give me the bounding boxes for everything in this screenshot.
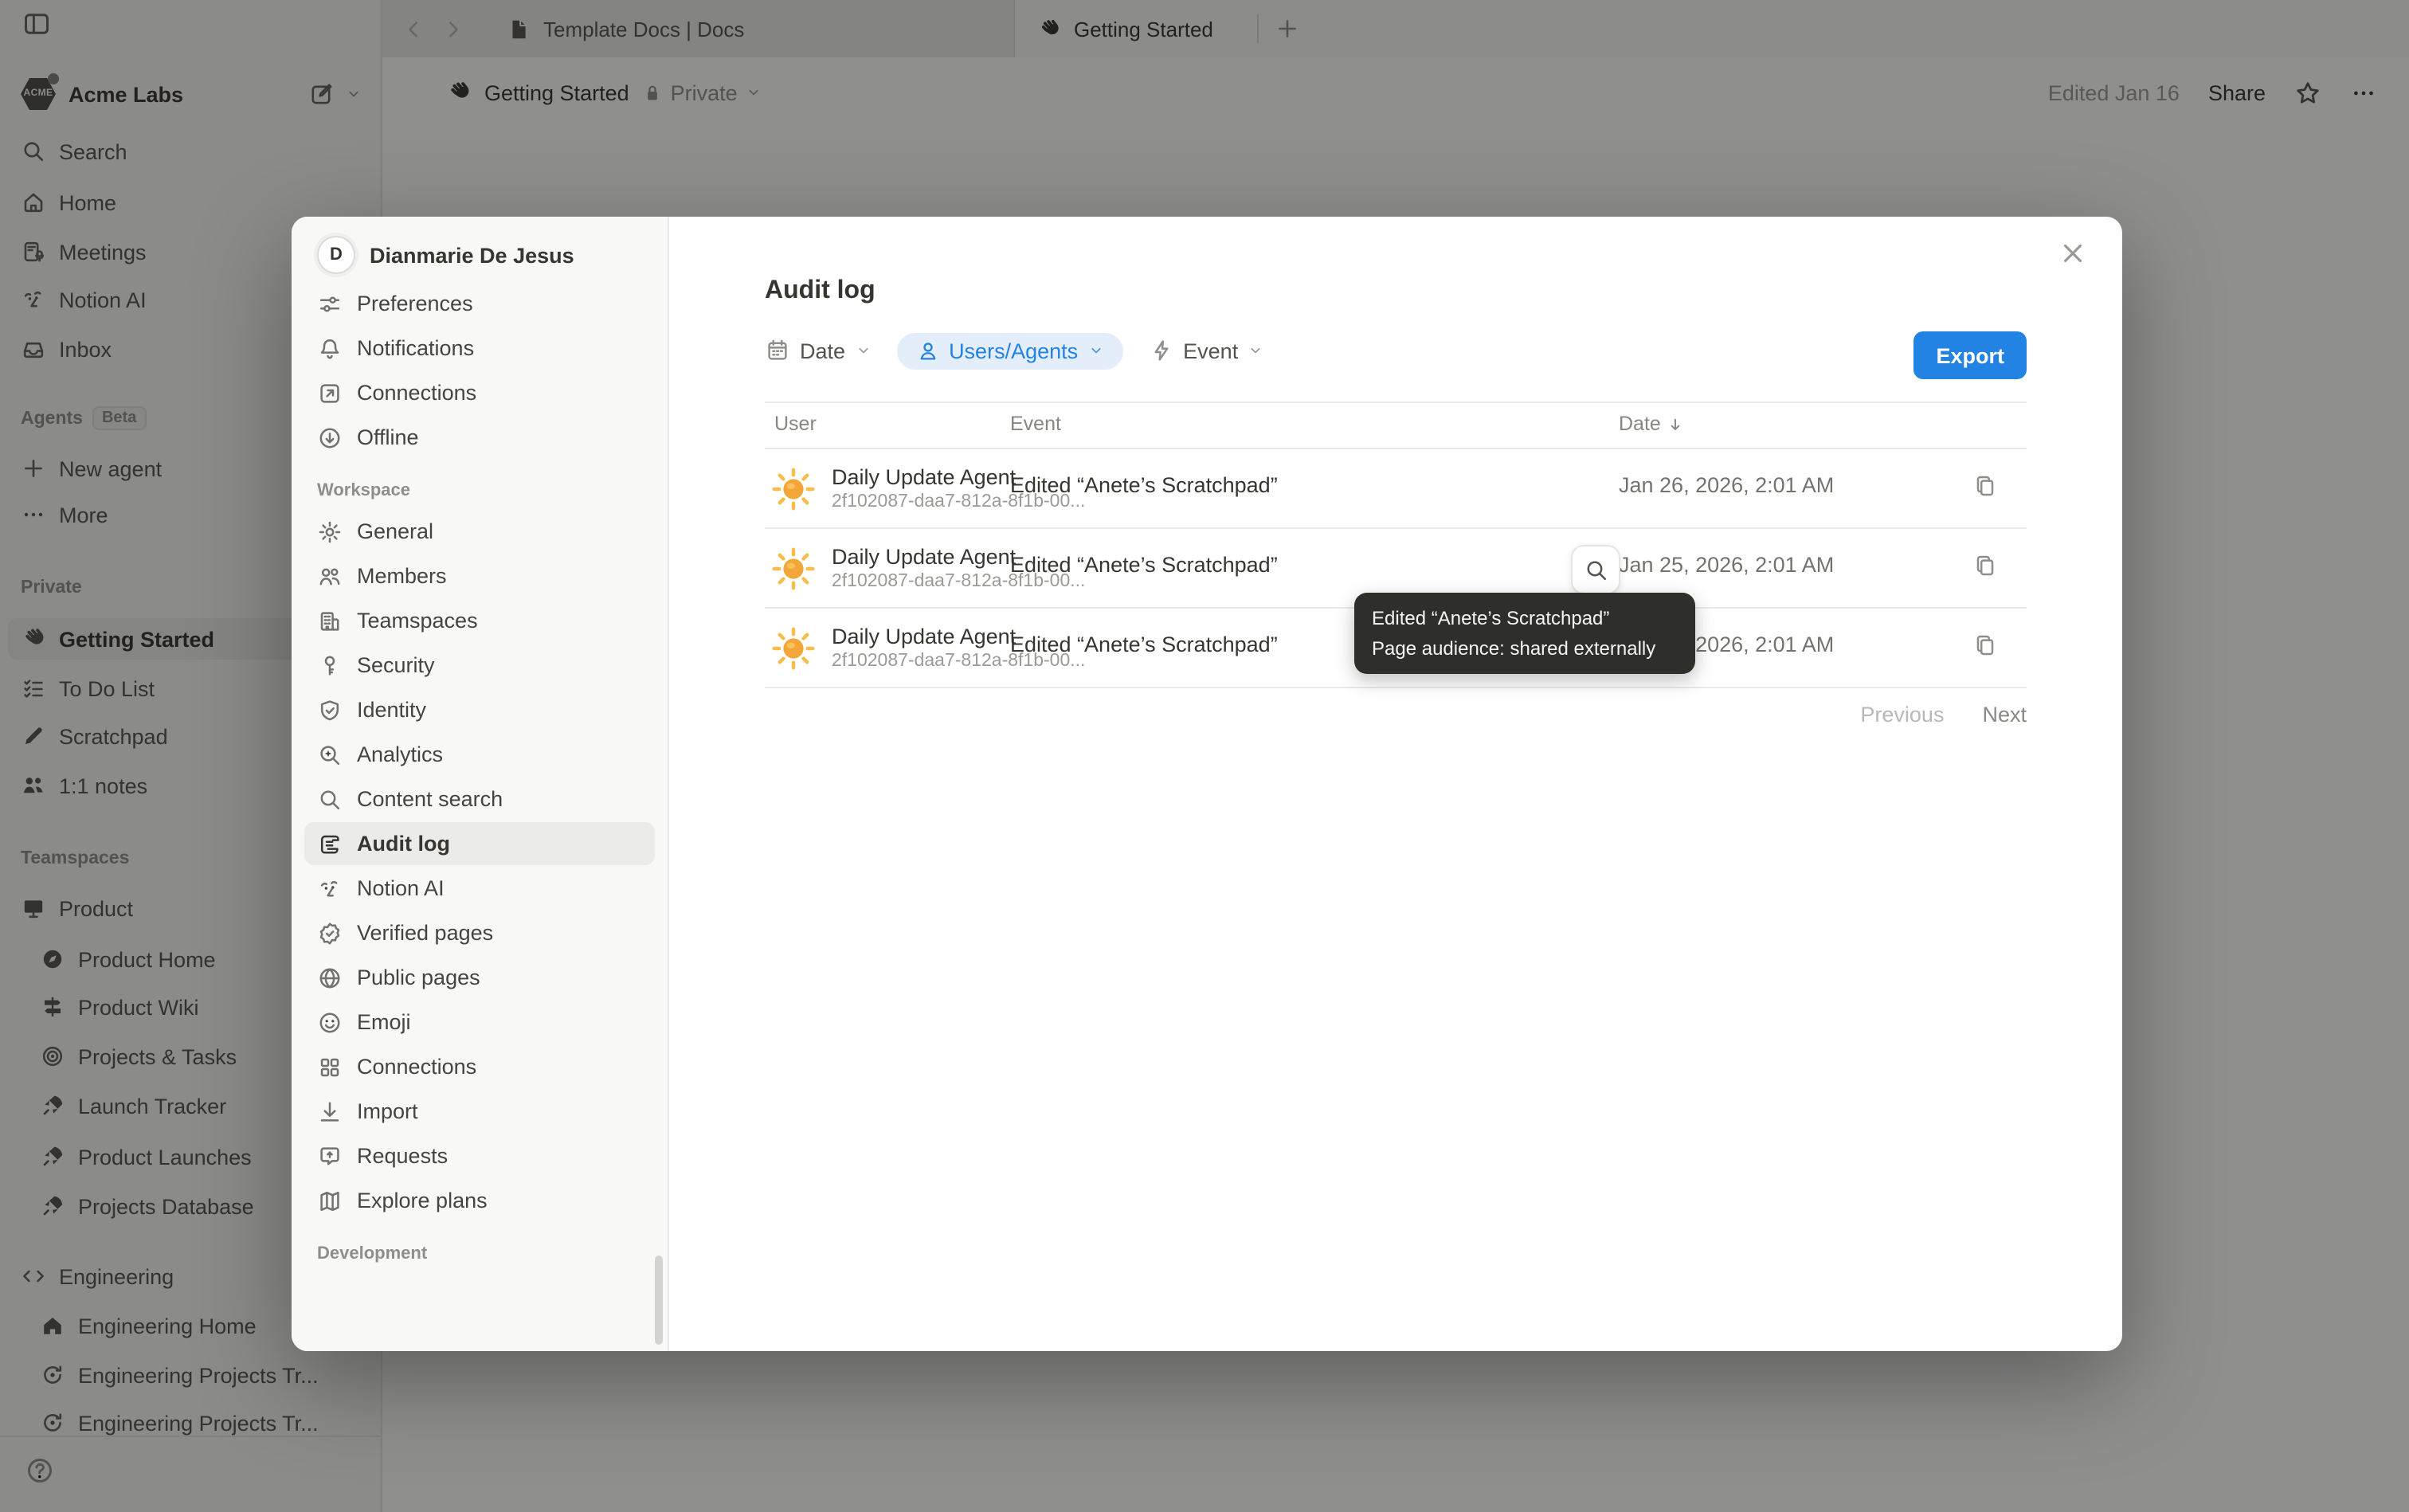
export-button[interactable]: Export: [1913, 331, 2027, 379]
settings-nav-explore-plans[interactable]: Explore plans: [304, 1179, 655, 1222]
import-icon: [317, 1099, 343, 1124]
sparkle-magnifier-icon: [317, 742, 343, 767]
members-icon: [317, 563, 343, 589]
settings-nav-analytics[interactable]: Analytics: [304, 733, 655, 776]
tooltip-line-1: Edited “Anete’s Scratchpad”: [1372, 604, 1678, 633]
copy-button[interactable]: [1972, 473, 1998, 507]
settings-nav-ws-connections[interactable]: Connections: [304, 1045, 655, 1088]
sun-avatar-icon: [771, 466, 816, 511]
settings-nav-teamspaces[interactable]: Teamspaces: [304, 599, 655, 642]
request-bubble-icon: [317, 1143, 343, 1169]
avatar: D: [317, 236, 355, 274]
settings-nav: D Dianmarie De Jesus Preferences Notific…: [292, 217, 669, 1351]
grid-icon: [317, 1054, 343, 1079]
settings-nav-audit-log[interactable]: Audit log: [304, 822, 655, 865]
settings-nav-notion-ai[interactable]: Notion AI: [304, 867, 655, 910]
scroll-icon: [317, 831, 343, 856]
tooltip-line-2: Page audience: shared externally: [1372, 633, 1678, 663]
download-circle-icon: [317, 425, 343, 450]
person-icon: [915, 339, 939, 362]
building-icon: [317, 608, 343, 633]
gear-icon: [317, 519, 343, 544]
shield-check-icon: [317, 697, 343, 723]
settings-nav-public-pages[interactable]: Public pages: [304, 956, 655, 999]
copy-button[interactable]: [1972, 633, 1998, 666]
calendar-icon: [765, 338, 790, 363]
filter-event[interactable]: Event: [1148, 338, 1263, 363]
notion-ai-face-icon: [317, 875, 343, 901]
filter-users-agents[interactable]: Users/Agents: [896, 332, 1122, 369]
chevron-down-icon: [1248, 343, 1263, 358]
sort-desc-icon: [1667, 415, 1685, 433]
settings-nav-identity[interactable]: Identity: [304, 688, 655, 731]
link-out-icon: [317, 380, 343, 405]
settings-nav-members[interactable]: Members: [304, 554, 655, 597]
globe-icon: [317, 965, 343, 990]
lightning-icon: [1148, 338, 1173, 363]
event-cell: Edited “Anete’s Scratchpad”: [1010, 473, 1278, 497]
settings-nav-connections[interactable]: Connections: [304, 371, 655, 414]
account-name: Dianmarie De Jesus: [370, 243, 574, 267]
settings-nav-offline[interactable]: Offline: [304, 416, 655, 459]
notion-app: ACME Acme Labs Search Home Meetings Noti…: [0, 0, 2409, 1512]
event-tooltip: Edited “Anete’s Scratchpad” Page audienc…: [1354, 593, 1695, 674]
column-date[interactable]: Date: [1619, 413, 1685, 435]
filter-date[interactable]: Date: [765, 338, 871, 363]
next-button[interactable]: Next: [1982, 703, 2027, 727]
sun-avatar-icon: [771, 625, 816, 670]
settings-modal: D Dianmarie De Jesus Preferences Notific…: [292, 217, 2122, 1351]
bell-icon: [317, 335, 343, 361]
event-cell: Edited “Anete’s Scratchpad”: [1010, 553, 1278, 577]
close-icon: [2058, 239, 2087, 268]
date-cell: Jan 25, 2026, 2:01 AM: [1619, 553, 1834, 577]
settings-nav-account[interactable]: D Dianmarie De Jesus: [304, 229, 655, 280]
settings-nav-general[interactable]: General: [304, 510, 655, 553]
nav-scrollbar[interactable]: [655, 1255, 663, 1345]
date-cell: Jan 26, 2026, 2:01 AM: [1619, 473, 1834, 497]
settings-nav-emoji[interactable]: Emoji: [304, 1001, 655, 1044]
chevron-down-icon: [1087, 343, 1103, 358]
column-event[interactable]: Event: [1010, 413, 1061, 435]
search-icon: [317, 786, 343, 812]
settings-nav-import[interactable]: Import: [304, 1090, 655, 1133]
smiley-icon: [317, 1009, 343, 1035]
close-button[interactable]: [2058, 239, 2087, 268]
settings-nav-preferences[interactable]: Preferences: [304, 282, 655, 325]
key-icon: [317, 652, 343, 678]
event-cell: Edited “Anete’s Scratchpad”: [1010, 633, 1278, 656]
copy-button[interactable]: [1972, 553, 1998, 586]
sun-avatar-icon: [771, 546, 816, 590]
badge-check-icon: [317, 920, 343, 946]
audit-log-panel: Audit log Date Users/Agents Event: [669, 217, 2122, 1351]
previous-button[interactable]: Previous: [1860, 703, 1944, 727]
column-user[interactable]: User: [774, 413, 817, 435]
settings-nav-requests[interactable]: Requests: [304, 1134, 655, 1177]
pagination: Previous Next: [1860, 703, 2027, 727]
filter-bar: Date Users/Agents Event: [765, 328, 1263, 373]
table-header: User Event Date: [765, 402, 2027, 449]
chevron-down-icon: [855, 343, 871, 358]
settings-nav-content-search[interactable]: Content search: [304, 778, 655, 821]
development-section-header: Development: [317, 1244, 642, 1263]
sliders-icon: [317, 291, 343, 316]
audit-log-title: Audit log: [765, 277, 875, 306]
settings-nav-verified-pages[interactable]: Verified pages: [304, 911, 655, 954]
inspect-event-button[interactable]: [1571, 545, 1620, 594]
map-icon: [317, 1188, 343, 1213]
workspace-section-header: Workspace: [317, 481, 642, 500]
table-row[interactable]: Daily Update Agent2f102087-daa7-812a-8f1…: [765, 449, 2027, 529]
settings-nav-security[interactable]: Security: [304, 644, 655, 687]
settings-nav-notifications[interactable]: Notifications: [304, 327, 655, 370]
